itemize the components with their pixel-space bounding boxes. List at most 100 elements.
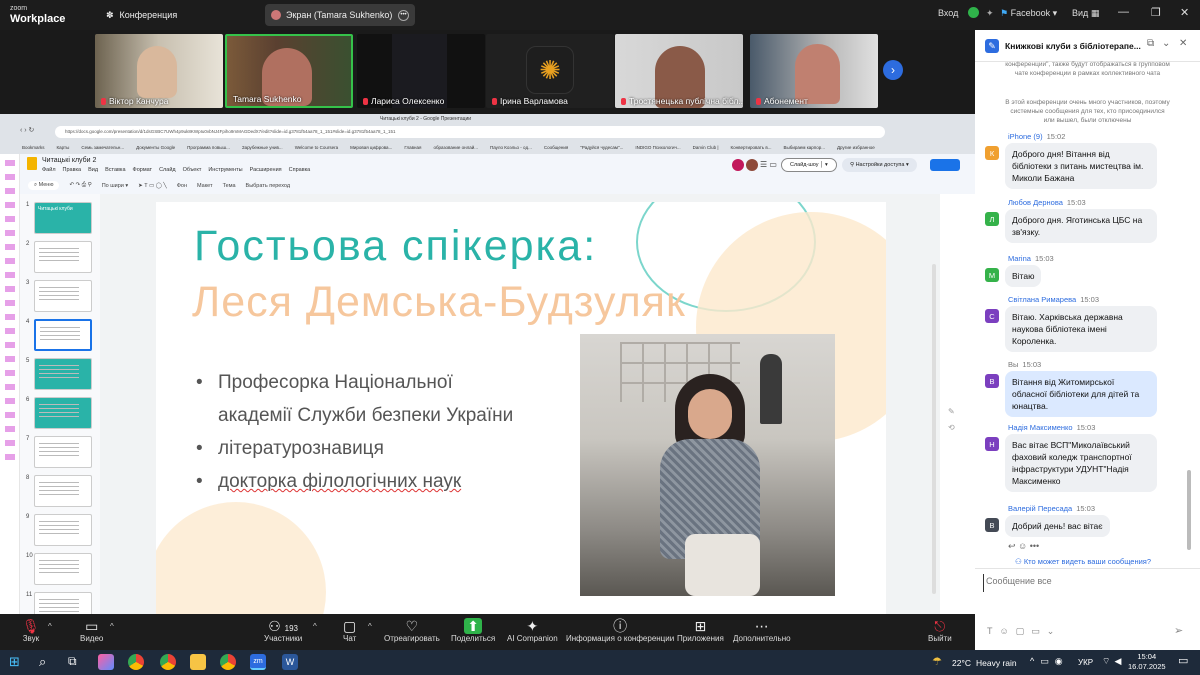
menu-item[interactable]: Вставка bbox=[105, 167, 125, 173]
sparkle-icon[interactable]: ✦ bbox=[986, 8, 994, 19]
menu-item[interactable]: Объект bbox=[183, 167, 202, 173]
menu-item[interactable]: Правка bbox=[63, 167, 82, 173]
chevron-up-icon[interactable]: ^ bbox=[48, 622, 52, 631]
chevron-up-icon[interactable]: ^ bbox=[110, 622, 114, 631]
bookmark-item[interactable]: Выбираем карпор... bbox=[784, 145, 825, 150]
slide-thumbnail[interactable] bbox=[34, 319, 92, 351]
copilot-icon[interactable] bbox=[98, 654, 114, 670]
draw-tools-icon[interactable]: ➤ T ▭ ◯ ╲ bbox=[138, 183, 167, 189]
scrollbar[interactable] bbox=[932, 264, 936, 594]
slide-thumbnail[interactable] bbox=[34, 241, 92, 273]
who-can-see-link[interactable]: ⚇ Кто может видеть ваши сообщения? bbox=[1015, 557, 1151, 566]
message-sender[interactable]: Вы bbox=[1008, 360, 1018, 369]
message-bubble[interactable]: Вітання від Житомирської обласної бібліо… bbox=[1005, 371, 1157, 417]
chrome-icon[interactable] bbox=[160, 654, 176, 670]
clock[interactable]: 15:04 16.07.2025 bbox=[1128, 652, 1166, 672]
share-screen-button[interactable]: ⬆ Поделиться bbox=[451, 618, 495, 643]
avatar[interactable]: M bbox=[985, 268, 999, 282]
search-icon[interactable]: ⌕ bbox=[39, 654, 46, 670]
bookmark-item[interactable]: INDIGO Психологич... bbox=[635, 145, 680, 150]
bookmark-item[interactable]: Документы Google bbox=[136, 145, 175, 150]
side-panel-icons[interactable]: ✎ ⟲ bbox=[948, 404, 955, 436]
toolbar-transition[interactable]: Выбрать переход bbox=[246, 183, 291, 189]
message-bubble[interactable]: Доброго дня. Яготинська ЦБС на зв'язку. bbox=[1005, 209, 1157, 243]
close-icon[interactable]: ✕ bbox=[1180, 6, 1189, 19]
windows-start-icon[interactable]: ⊞ bbox=[9, 655, 20, 669]
menu-item[interactable]: Формат bbox=[133, 167, 153, 173]
tab-conference[interactable]: ✽ Конференция bbox=[100, 4, 183, 26]
slide-thumbnail[interactable]: Читацькі клуби bbox=[34, 202, 92, 234]
apps-button[interactable]: ⊞ Приложения bbox=[677, 618, 724, 643]
ai-companion-button[interactable]: ✦ AI Companion bbox=[507, 618, 558, 643]
language-indicator[interactable]: УКР bbox=[1078, 658, 1093, 667]
slide-thumbnail[interactable] bbox=[34, 397, 92, 429]
avatar[interactable]: К bbox=[985, 146, 999, 160]
participant-tile-active[interactable]: Tamara Sukhenko bbox=[225, 34, 353, 108]
bookmark-item[interactable]: Конвертировать в... bbox=[731, 145, 772, 150]
bookmark-item[interactable]: Welcome to Coursera bbox=[295, 145, 338, 150]
avatar[interactable] bbox=[732, 159, 744, 171]
nav-arrows-icon[interactable]: ‹ › ↻ bbox=[20, 126, 34, 134]
bookmark-item[interactable]: Bookmarks bbox=[22, 145, 45, 150]
zoom-select[interactable]: По шири ▾ bbox=[102, 183, 128, 189]
slide-thumbnail[interactable] bbox=[34, 358, 92, 390]
network-icon[interactable]: ⌔◀ bbox=[1102, 656, 1125, 667]
address-bar[interactable]: https://docs.google.com/presentation/d/1… bbox=[55, 126, 885, 138]
format-icons[interactable]: T☺▢▭⌄ bbox=[987, 626, 1061, 637]
slideshow-button[interactable]: Слайд-шоу │ ▾ bbox=[781, 158, 837, 172]
zoom-taskbar-icon[interactable]: zm bbox=[250, 654, 266, 670]
tray-icons[interactable]: ^▭◉ bbox=[1030, 656, 1069, 667]
bookmark-item[interactable]: Другие избранное bbox=[837, 145, 875, 150]
message-bubble[interactable]: Добрий день! вас вітає bbox=[1005, 515, 1110, 537]
browser-tab-title[interactable]: Читацькі клуби 2 - Google Презентации bbox=[380, 116, 471, 122]
message-sender[interactable]: Валерій Пересада bbox=[1008, 504, 1072, 513]
chat-scrollbar[interactable] bbox=[1187, 470, 1191, 550]
slide-thumbnail[interactable] bbox=[34, 553, 92, 585]
bookmark-item[interactable]: Пауло Коэльо - од... bbox=[490, 145, 532, 150]
toolbar-theme[interactable]: Тема bbox=[223, 183, 236, 189]
menu-item[interactable]: Слайд bbox=[159, 167, 176, 173]
avatar[interactable]: В bbox=[985, 374, 999, 388]
avatar[interactable]: В bbox=[985, 518, 999, 532]
bookmark-item[interactable]: Главная bbox=[404, 145, 421, 150]
menu-item[interactable]: Файл bbox=[42, 167, 56, 173]
avatar[interactable] bbox=[746, 159, 758, 171]
leave-button[interactable]: ⎋ Выйти bbox=[928, 618, 952, 643]
bookmark-item[interactable]: образование онлай... bbox=[433, 145, 478, 150]
toolbar-layout[interactable]: Макет bbox=[197, 183, 213, 189]
message-sender[interactable]: iPhone (9) bbox=[1008, 132, 1043, 141]
bookmark-item[interactable]: Карты bbox=[57, 145, 70, 150]
share-button[interactable] bbox=[930, 159, 960, 171]
participant-tile[interactable]: Віктор Канчура bbox=[95, 34, 223, 108]
message-bubble[interactable]: Доброго дня! Вітання від бібліотеки з пи… bbox=[1005, 143, 1157, 189]
chevron-up-icon[interactable]: ^ bbox=[313, 622, 317, 631]
task-view-icon[interactable]: ⧉ bbox=[68, 654, 77, 669]
share-access-button[interactable]: ⚲ Настройки доступа ▾ bbox=[842, 158, 917, 172]
notification-icon[interactable]: ▭ bbox=[1178, 654, 1188, 667]
bookmark-item[interactable]: Программа повыш... bbox=[187, 145, 230, 150]
bookmark-item[interactable]: Darvin Club | bbox=[693, 145, 719, 150]
minimize-icon[interactable]: — bbox=[1118, 6, 1129, 18]
facebook-account[interactable]: ⚑ Facebook ▾ bbox=[1000, 8, 1057, 19]
message-bubble[interactable]: Вітаю bbox=[1005, 265, 1042, 287]
participant-tile[interactable]: Абонемент bbox=[750, 34, 878, 108]
participant-tile[interactable]: Тростянецька публічна бібл... bbox=[615, 34, 743, 108]
comments-icon[interactable]: ☰ ▭ bbox=[760, 160, 777, 169]
message-sender[interactable]: Надія Максименко bbox=[1008, 423, 1073, 432]
doc-title[interactable]: Читацькі клуби 2 bbox=[42, 157, 96, 164]
message-sender[interactable]: Світлана Римарева bbox=[1008, 295, 1076, 304]
weather-desc[interactable]: Heavy rain bbox=[976, 658, 1017, 668]
menu-item[interactable]: Вид bbox=[88, 167, 98, 173]
react-button[interactable]: ♡ Отреагировать bbox=[384, 618, 440, 643]
extension-icons[interactable] bbox=[5, 160, 15, 460]
search-menu[interactable]: ⌕ Меню bbox=[28, 181, 60, 190]
video-button[interactable]: ▭ Видео bbox=[80, 618, 103, 643]
menu-item[interactable]: Справка bbox=[289, 167, 311, 173]
view-menu[interactable]: Вид ▦ bbox=[1072, 8, 1099, 19]
chrome-icon[interactable] bbox=[128, 654, 144, 670]
mute-button[interactable]: 🎙︎ Звук bbox=[22, 618, 40, 643]
explorer-icon[interactable] bbox=[190, 654, 206, 670]
bookmark-item[interactable]: Семь замечательн... bbox=[81, 145, 124, 150]
maximize-icon[interactable]: ❐ bbox=[1151, 6, 1161, 19]
bookmark-item[interactable]: Мировая цифрова... bbox=[350, 145, 392, 150]
